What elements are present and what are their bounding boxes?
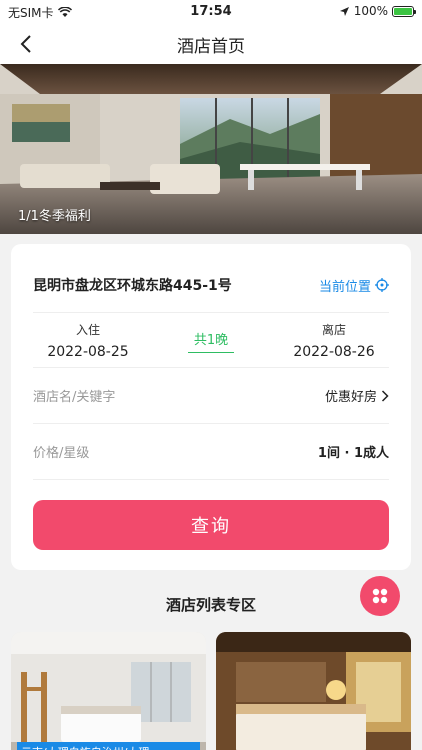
page-title: 酒店首页 xyxy=(177,37,245,57)
hotel-card[interactable] xyxy=(216,632,411,750)
deals-link[interactable]: 优惠好房 xyxy=(325,386,389,405)
current-location-label: 当前位置 xyxy=(318,279,371,295)
hotel-location-tag: 云南/大理白族自治州/大理 xyxy=(17,742,200,750)
status-right: 100% xyxy=(339,4,416,18)
banner-caption: 1/1冬季福利 xyxy=(18,209,91,224)
grid-dots-icon xyxy=(372,588,388,604)
checkout-label: 离店 xyxy=(321,323,346,337)
status-bar: 无SIM卡 17:54 100% xyxy=(0,0,422,24)
keyword-input[interactable]: 酒店名/关键字 xyxy=(33,386,115,405)
hotel-search-card: 昆明市盘龙区环城东路445-1号 当前位置 入住 2022-08-25 共1晚 … xyxy=(11,244,411,570)
chevron-right-icon xyxy=(381,389,389,402)
crosshair-icon xyxy=(375,278,389,292)
checkout-date: 2022-08-26 xyxy=(293,344,375,360)
hotel-card[interactable]: 云南/大理白族自治州/大理 xyxy=(11,632,206,750)
rooms-guests-selector[interactable]: 1间 · 1成人 xyxy=(318,442,389,461)
battery-fill xyxy=(394,7,412,15)
date-range-row: 入住 2022-08-25 共1晚 离店 2022-08-26 xyxy=(33,312,389,368)
deals-label: 优惠好房 xyxy=(324,390,377,405)
battery-percent: 100% xyxy=(353,4,388,18)
price-row: 价格/星级 1间 · 1成人 xyxy=(33,424,389,480)
address-text[interactable]: 昆明市盘龙区环城东路445-1号 xyxy=(33,275,232,295)
price-star-selector[interactable]: 价格/星级 xyxy=(33,442,89,461)
nights-label: 共1晚 xyxy=(187,329,235,353)
hotel-list-title: 酒店列表专区 xyxy=(165,596,256,614)
checkout-picker[interactable]: 离店 2022-08-26 xyxy=(279,321,389,360)
nav-bar: 酒店首页 xyxy=(0,24,422,64)
hotel-photo xyxy=(216,632,411,750)
promo-banner[interactable]: 1/1冬季福利 xyxy=(0,64,422,234)
menu-fab-button[interactable] xyxy=(360,576,400,616)
keyword-row: 酒店名/关键字 优惠好房 xyxy=(33,368,389,424)
battery-icon xyxy=(392,5,416,17)
location-arrow-icon xyxy=(339,6,349,16)
hotel-photo xyxy=(11,632,206,750)
search-button[interactable]: 查询 xyxy=(33,500,389,550)
current-location-button[interactable]: 当前位置 xyxy=(319,276,389,295)
address-row: 昆明市盘龙区环城东路445-1号 当前位置 xyxy=(33,274,389,296)
